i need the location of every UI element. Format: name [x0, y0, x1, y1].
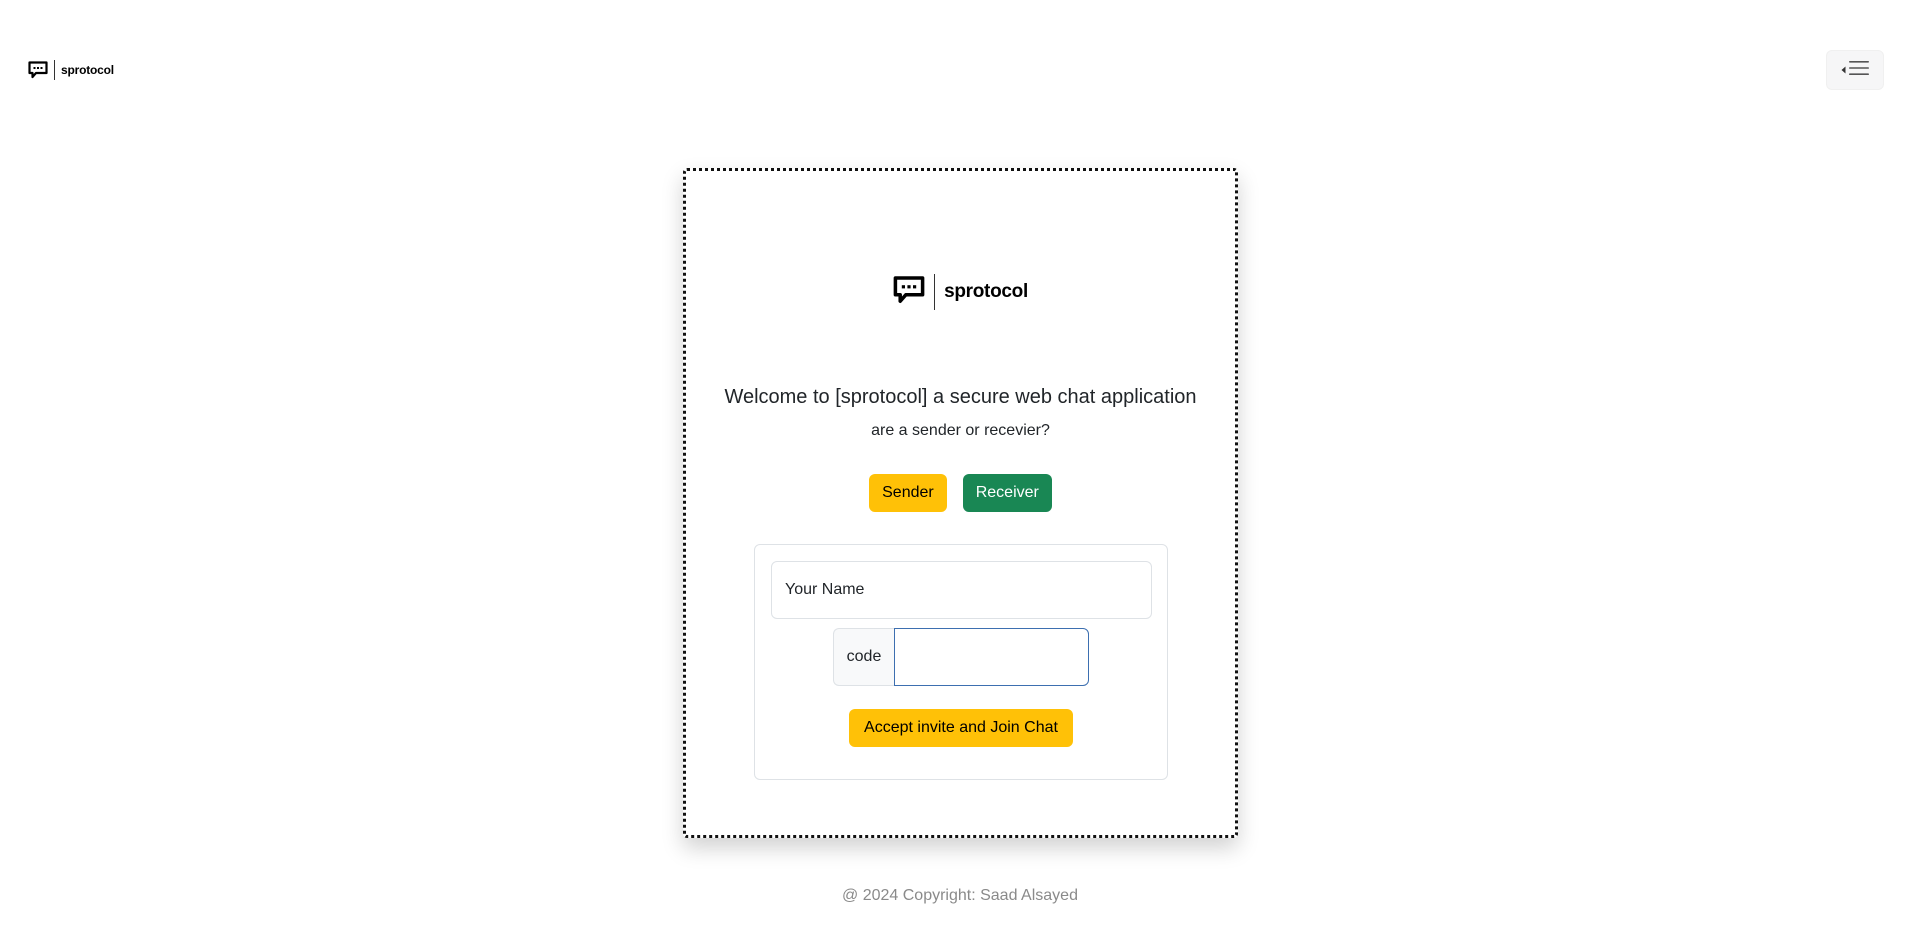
receiver-button[interactable]: Receiver: [962, 474, 1052, 512]
hamburger-menu-icon: [1849, 60, 1869, 81]
welcome-heading: Welcome to [sprotocol] a secure web chat…: [724, 386, 1197, 408]
menu-toggle-button[interactable]: [1826, 50, 1884, 90]
navbar-brand[interactable]: sprotocol: [28, 60, 114, 80]
code-label: code: [833, 628, 894, 686]
brand-name: sprotocol: [61, 63, 114, 77]
page: sprotocol sprotocol Welcome to [sprotoco…: [0, 0, 1920, 936]
footer-copyright: @ 2024 Copyright: Saad Alsayed: [842, 887, 1078, 904]
card-brand-name: sprotocol: [944, 281, 1028, 302]
role-buttons: Sender Receiver: [686, 474, 1235, 512]
sender-button[interactable]: Sender: [869, 474, 947, 512]
name-input[interactable]: [771, 561, 1152, 619]
code-input-group: code: [833, 628, 1089, 686]
role-question: are a sender or recevier?: [871, 422, 1050, 439]
brand-divider: [54, 60, 55, 80]
code-input[interactable]: [894, 628, 1089, 686]
welcome-card: sprotocol Welcome to [sprotocol] a secur…: [683, 168, 1238, 838]
join-form: code Accept invite and Join Chat: [754, 544, 1168, 780]
accept-invite-button[interactable]: Accept invite and Join Chat: [849, 709, 1073, 747]
card-logo: sprotocol: [686, 274, 1235, 310]
logo-divider: [934, 274, 936, 310]
chat-bubble-icon: [893, 275, 925, 310]
caret-left-icon: [1841, 61, 1846, 79]
chat-bubble-icon: [28, 61, 48, 79]
